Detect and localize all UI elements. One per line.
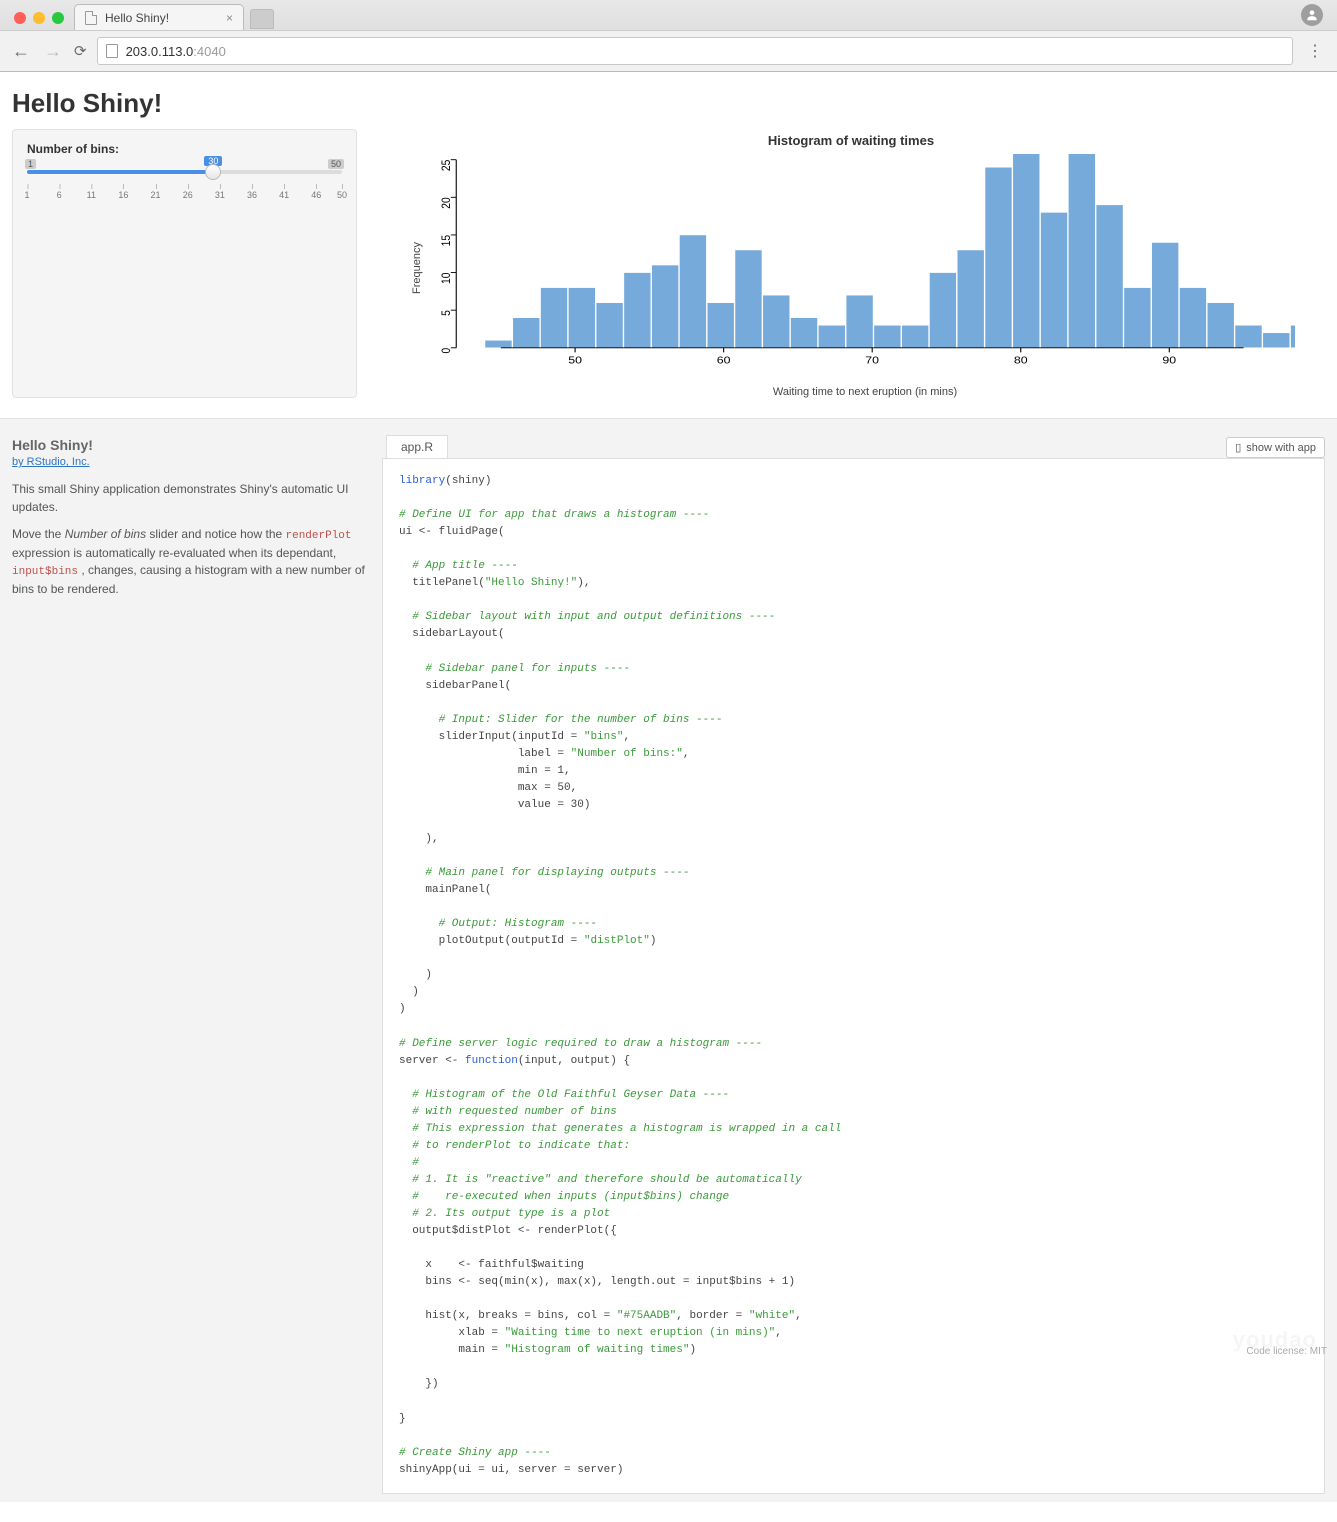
- bins-slider[interactable]: 1 50 30: [27, 162, 342, 180]
- desc-p1: This small Shiny application demonstrate…: [12, 481, 372, 516]
- svg-text:0: 0: [440, 348, 453, 354]
- svg-text:20: 20: [440, 197, 453, 208]
- desc-heading: Hello Shiny!: [12, 435, 372, 455]
- reload-button[interactable]: ⟳: [74, 42, 87, 60]
- svg-text:70: 70: [865, 356, 879, 367]
- svg-text:10: 10: [440, 273, 453, 284]
- slider-label: Number of bins:: [27, 142, 342, 156]
- code-tab[interactable]: app.R: [386, 435, 448, 458]
- slider-min: 1: [25, 159, 36, 169]
- code-listing: library(shiny) # Define UI for app that …: [382, 458, 1325, 1494]
- zoom-window-icon[interactable]: [52, 12, 64, 24]
- desc-byline[interactable]: by RStudio, Inc.: [12, 455, 372, 471]
- svg-text:15: 15: [440, 235, 453, 246]
- address-bar[interactable]: 203.0.113.0:4040: [97, 37, 1293, 65]
- chart-title: Histogram of waiting times: [387, 133, 1315, 148]
- description-column: Hello Shiny! by RStudio, Inc. This small…: [12, 435, 372, 1494]
- close-window-icon[interactable]: [14, 12, 26, 24]
- tab-title: Hello Shiny!: [105, 11, 169, 25]
- svg-text:80: 80: [1014, 356, 1028, 367]
- svg-text:5: 5: [440, 310, 453, 316]
- svg-text:60: 60: [717, 356, 731, 367]
- phone-icon: ▯: [1235, 441, 1241, 454]
- svg-text:90: 90: [1162, 356, 1176, 367]
- url-port: :4040: [193, 44, 226, 59]
- chart-ylabel: Frequency: [411, 242, 423, 294]
- back-button[interactable]: ←: [10, 41, 32, 62]
- histogram-plot: Frequency 05101520255060708090: [415, 154, 1295, 382]
- main-panel: Histogram of waiting times Frequency 0 5 1…: [377, 129, 1325, 398]
- site-icon: [106, 44, 118, 58]
- slider-thumb[interactable]: [205, 164, 221, 180]
- new-tab-button[interactable]: [250, 9, 274, 29]
- desc-p2: Move the Number of bins slider and notic…: [12, 526, 372, 599]
- close-tab-icon[interactable]: ×: [226, 11, 233, 25]
- watermark: youdao: [1233, 1327, 1317, 1353]
- page-title: Hello Shiny!: [12, 88, 1325, 119]
- page-icon: [85, 11, 97, 25]
- slider-ticks: 16111621263136414650: [27, 184, 342, 206]
- url-host: 203.0.113.0: [126, 44, 194, 59]
- svg-text:25: 25: [440, 160, 453, 171]
- chart-xlabel: Waiting time to next eruption (in mins): [415, 386, 1315, 398]
- browser-tab[interactable]: Hello Shiny! ×: [74, 4, 244, 30]
- browser-chrome: Hello Shiny! × ← → ⟳ 203.0.113.0:4040 ⋮: [0, 0, 1337, 72]
- slider-max: 50: [328, 159, 344, 169]
- svg-text:50: 50: [568, 356, 582, 367]
- sidebar-panel: Number of bins: 1 50 30 1611162126313641…: [12, 129, 357, 398]
- forward-button[interactable]: →: [42, 41, 64, 62]
- code-column: app.R ▯ show with app library(shiny) # D…: [382, 435, 1325, 1494]
- window-controls: [8, 12, 74, 30]
- show-with-app-button[interactable]: ▯ show with app: [1226, 437, 1325, 458]
- browser-menu-button[interactable]: ⋮: [1303, 41, 1327, 61]
- profile-icon[interactable]: [1301, 4, 1323, 26]
- minimize-window-icon[interactable]: [33, 12, 45, 24]
